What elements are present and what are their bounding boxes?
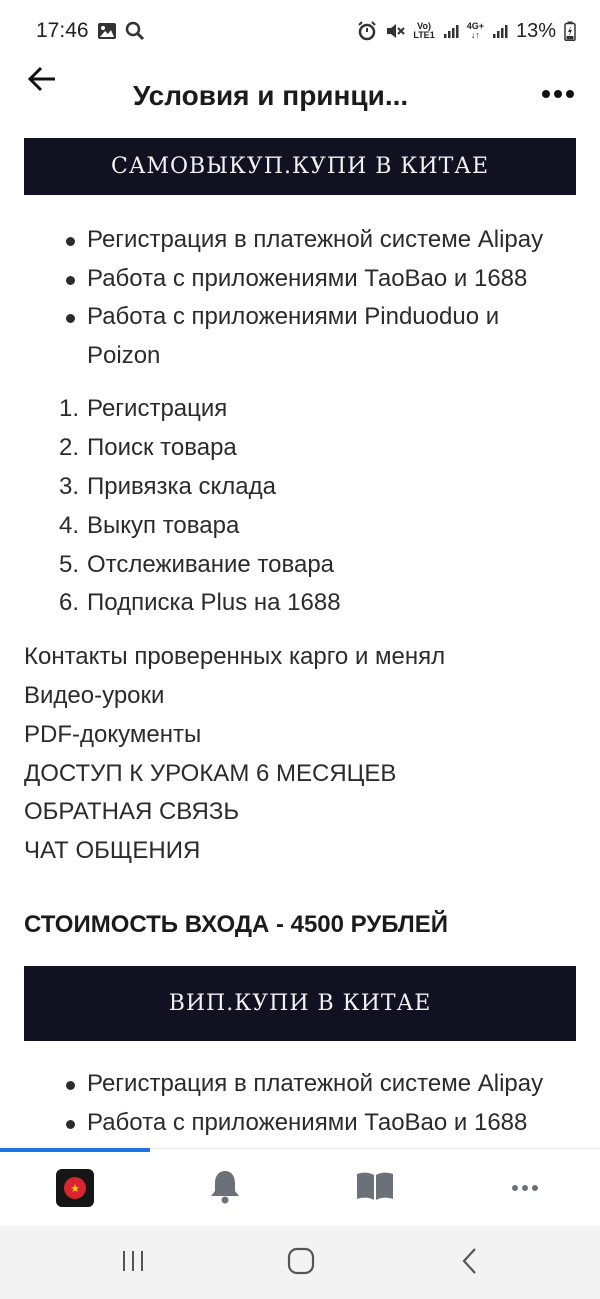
volte-icon: Vo) LTE1	[413, 22, 434, 40]
banner-samovykup-text: САМОВЫКУП.КУПИ В КИТАЕ	[110, 154, 490, 179]
tab-more[interactable]	[500, 1163, 550, 1213]
feature-line: ОБРАТНАЯ СВЯЗЬ	[24, 798, 240, 826]
more-icon	[511, 1179, 539, 1197]
step-text: Привязка склада	[87, 472, 276, 500]
step-text: Отслеживание товара	[87, 550, 335, 578]
home-button[interactable]	[281, 1247, 321, 1280]
list-item: Работа с приложениями ТаоВао и 1688	[66, 260, 576, 299]
step-text: Поиск товара	[87, 434, 237, 462]
banner-vip: ВИП.КУПИ В КИТАЕ	[24, 965, 576, 1041]
step-number: 2.	[59, 434, 80, 462]
signal-icon	[443, 23, 459, 39]
home-icon	[287, 1247, 315, 1280]
feature-line: ЧАТ ОБЩЕНИЯ	[24, 837, 201, 865]
net-top: 4G+	[466, 21, 484, 31]
back-icon	[460, 1247, 480, 1280]
more-horizontal-icon	[541, 86, 575, 104]
volte-bottom: LTE1	[413, 30, 435, 40]
feature-line: ДОСТУП К УРОКАМ 6 МЕСЯЦЕВ	[24, 759, 397, 787]
list-item: Работа с приложениями Pinduoduo и Poizon	[66, 298, 576, 375]
feature-line: PDF-документы	[24, 720, 202, 748]
step-number: 3.	[59, 472, 80, 500]
app-bar: Условия и принци...	[0, 62, 600, 134]
step-number: 6.	[59, 589, 80, 617]
banner-vip-text: ВИП.КУПИ В КИТАЕ	[168, 990, 432, 1016]
feature-line: Видео-уроки	[24, 681, 165, 709]
tab-app-home[interactable]: ★	[50, 1163, 100, 1213]
feature-line: Контакты проверенных карго и менял	[24, 643, 446, 671]
feature-bullet-list: Регистрация в платежной системе Alipay Р…	[0, 221, 600, 375]
status-bar: 17:46 Vo) LTE1 4G+ ↓↑ 13%	[0, 0, 600, 62]
banner-samovykup: САМОВЫКУП.КУПИ В КИТАЕ	[24, 138, 576, 195]
list-item: 5. Отслеживание товара	[59, 546, 576, 585]
network-icon: 4G+ ↓↑	[466, 21, 484, 40]
step-number: 1.	[59, 395, 80, 423]
tab-notifications[interactable]	[200, 1163, 250, 1213]
system-navigation-bar	[0, 1226, 600, 1299]
list-item: Регистрация в платежной системе Alipay	[66, 221, 576, 260]
mute-icon	[385, 21, 406, 41]
list-item: 1. Регистрация	[59, 390, 576, 429]
back-button[interactable]	[22, 64, 62, 98]
more-options-button[interactable]	[538, 80, 578, 110]
step-number: 4.	[59, 511, 80, 539]
alarm-icon	[357, 21, 377, 41]
bell-icon	[208, 1168, 242, 1209]
active-tab-indicator	[0, 1148, 150, 1152]
page-title: Условия и принци...	[133, 80, 409, 111]
included-features: Контакты проверенных карго и менял Видео…	[24, 638, 576, 871]
battery-percent: 13%	[515, 19, 556, 42]
list-item: 3. Привязка склада	[59, 468, 576, 507]
step-number: 5.	[59, 550, 80, 578]
arrow-left-icon	[27, 66, 57, 97]
price-heading: СТОИМОСТЬ ВХОДА - 4500 РУБЛЕЙ	[24, 910, 449, 938]
search-icon	[125, 21, 145, 41]
list-item: 6. Подписка Plus на 1688	[59, 584, 576, 623]
bottom-navigation: ★	[0, 1148, 600, 1226]
signal-icon-2	[492, 23, 508, 39]
battery-charging-icon	[564, 21, 576, 41]
step-text: Выкуп товара	[87, 511, 240, 539]
book-icon	[355, 1170, 395, 1207]
tab-guides[interactable]	[350, 1163, 400, 1213]
recent-apps-icon	[120, 1249, 146, 1278]
list-item: 2. Поиск товара	[59, 429, 576, 468]
step-text: Регистрация	[87, 395, 228, 423]
status-time: 17:46	[36, 19, 89, 42]
steps-list: 1. Регистрация 2. Поиск товара 3. Привязка …	[0, 390, 600, 623]
system-back-button[interactable]	[450, 1247, 490, 1280]
recent-apps-button[interactable]	[113, 1248, 153, 1278]
list-item: 4. Выкуп товара	[59, 507, 576, 546]
app-thumbnail: ★	[56, 1169, 94, 1207]
list-item: Работа с приложениями ТаоВао и 1688	[66, 1104, 576, 1143]
china-flag-icon: ★	[64, 1177, 86, 1199]
list-item: Регистрация в платежной системе Alipay	[66, 1065, 576, 1104]
vip-feature-bullet-list: Регистрация в платежной системе Alipay Р…	[0, 1065, 600, 1142]
gallery-icon	[97, 22, 117, 40]
page-content: САМОВЫКУП.КУПИ В КИТАЕ Регистрация в пла…	[0, 138, 600, 1148]
step-text: Подписка Plus на 1688	[87, 589, 341, 617]
